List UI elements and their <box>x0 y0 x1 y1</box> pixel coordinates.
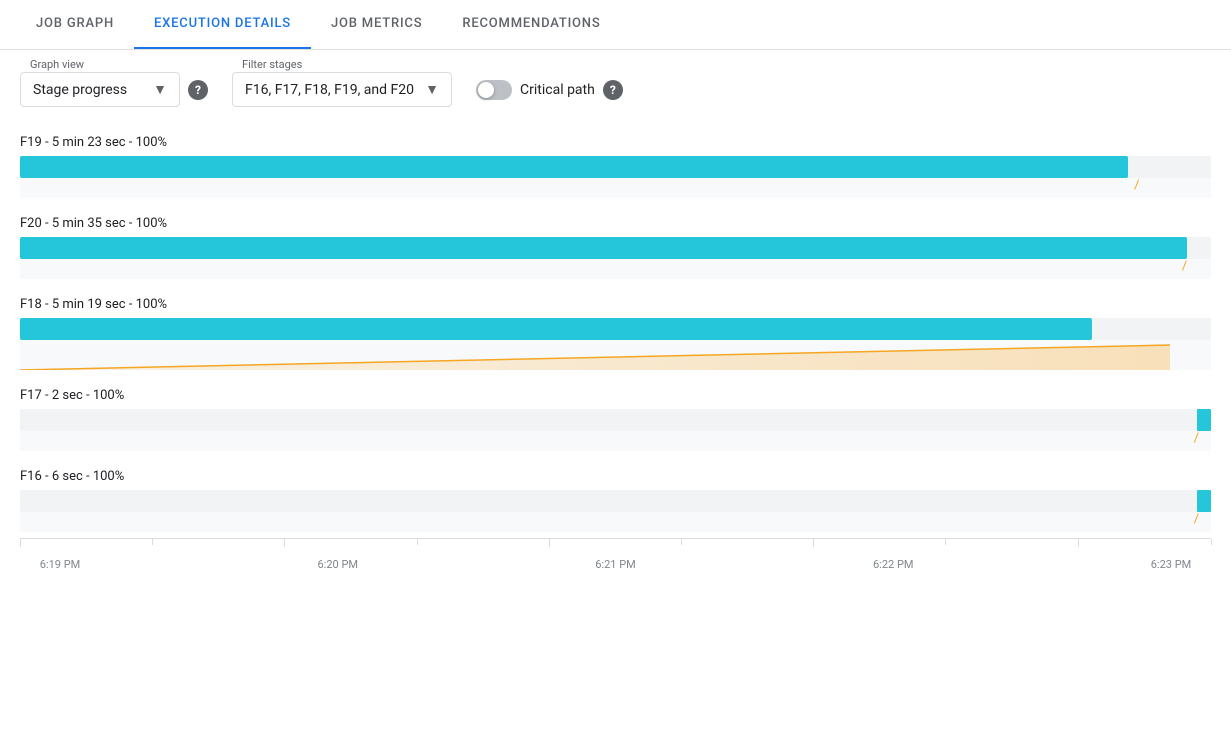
tab-job-metrics[interactable]: JOB METRICS <box>311 0 442 49</box>
filter-chevron-down-icon: ▼ <box>425 81 439 98</box>
filter-stages-value: F16, F17, F18, F19, and F20 <box>245 82 414 98</box>
time-label-623: 6:23 PM <box>1131 558 1211 571</box>
stage-f18-label: F18 - 5 min 19 sec - 100% <box>20 285 1211 318</box>
critical-path-label: Critical path <box>520 82 595 98</box>
tick-7 <box>945 539 946 545</box>
tab-recommendations[interactable]: RECOMMENDATIONS <box>442 0 620 49</box>
time-axis: 6:19 PM 6:20 PM 6:21 PM 6:22 PM 6:23 PM <box>20 554 1211 571</box>
time-label-621: 6:21 PM <box>576 558 656 571</box>
graph-view-group: Graph view Stage progress ▼ ? <box>20 66 208 107</box>
stage-f17-slash: / <box>1194 431 1199 446</box>
stage-f16-label: F16 - 6 sec - 100% <box>20 457 1211 490</box>
time-label-619: 6:19 PM <box>20 558 100 571</box>
stage-f16-bar <box>20 490 1211 512</box>
stage-f20-slash: / <box>1182 259 1187 274</box>
stage-f19-fill <box>20 156 1128 178</box>
stage-f19-slash: / <box>1134 178 1139 193</box>
tick-4 <box>549 539 550 547</box>
tick-3 <box>417 539 418 545</box>
stage-f18-bar <box>20 318 1211 340</box>
tick-bar <box>20 538 1211 554</box>
stage-f19: F19 - 5 min 23 sec - 100% / <box>20 123 1211 198</box>
tick-9 <box>1211 539 1212 545</box>
filter-stages-label: Filter stages <box>240 58 304 71</box>
filter-stages-group: Filter stages F16, F17, F18, F19, and F2… <box>232 66 452 107</box>
stage-f18-orange-area <box>20 340 1211 370</box>
stage-f20-fill <box>20 237 1187 259</box>
stage-f18: F18 - 5 min 19 sec - 100% <box>20 285 1211 370</box>
tick-1 <box>152 539 153 545</box>
tick-5 <box>681 539 682 545</box>
stage-f17-bar <box>20 409 1211 431</box>
stage-f16-slash: / <box>1194 512 1199 527</box>
stage-f16: F16 - 6 sec - 100% / <box>20 457 1211 532</box>
filter-stages-select[interactable]: F16, F17, F18, F19, and F20 ▼ <box>232 72 452 107</box>
stage-f19-bar <box>20 156 1211 178</box>
stage-f17-label: F17 - 2 sec - 100% <box>20 376 1211 409</box>
tick-6 <box>813 539 814 547</box>
stage-f20-bar <box>20 237 1211 259</box>
critical-path-toggle[interactable] <box>476 80 512 100</box>
tab-execution-details[interactable]: EXECUTION DETAILS <box>134 0 311 49</box>
critical-path-group: Critical path ? <box>476 80 623 100</box>
tab-bar: JOB GRAPH EXECUTION DETAILS JOB METRICS … <box>0 0 1231 50</box>
graph-view-value: Stage progress <box>33 82 127 98</box>
time-label-620: 6:20 PM <box>298 558 378 571</box>
stage-f20: F20 - 5 min 35 sec - 100% / <box>20 204 1211 279</box>
graph-view-help-icon[interactable]: ? <box>188 80 208 100</box>
toggle-knob <box>478 82 494 98</box>
controls-bar: Graph view Stage progress ▼ ? Filter sta… <box>0 50 1231 123</box>
stage-f20-label: F20 - 5 min 35 sec - 100% <box>20 204 1211 237</box>
stage-f16-end-bar <box>1197 490 1211 512</box>
time-label-622: 6:22 PM <box>853 558 933 571</box>
chart-area: F19 - 5 min 23 sec - 100% / F20 - 5 min … <box>0 123 1231 591</box>
graph-view-select[interactable]: Stage progress ▼ <box>20 72 180 107</box>
chevron-down-icon: ▼ <box>153 81 167 98</box>
stage-f19-label: F19 - 5 min 23 sec - 100% <box>20 123 1211 156</box>
tick-2 <box>284 539 285 547</box>
tab-job-graph[interactable]: JOB GRAPH <box>16 0 134 49</box>
stage-f18-fill <box>20 318 1092 340</box>
stage-f17-end-bar <box>1197 409 1211 431</box>
tick-0 <box>20 539 21 547</box>
tick-8 <box>1078 539 1079 547</box>
graph-view-label: Graph view <box>28 58 86 71</box>
stage-f17: F17 - 2 sec - 100% / <box>20 376 1211 451</box>
critical-path-help-icon[interactable]: ? <box>603 80 623 100</box>
